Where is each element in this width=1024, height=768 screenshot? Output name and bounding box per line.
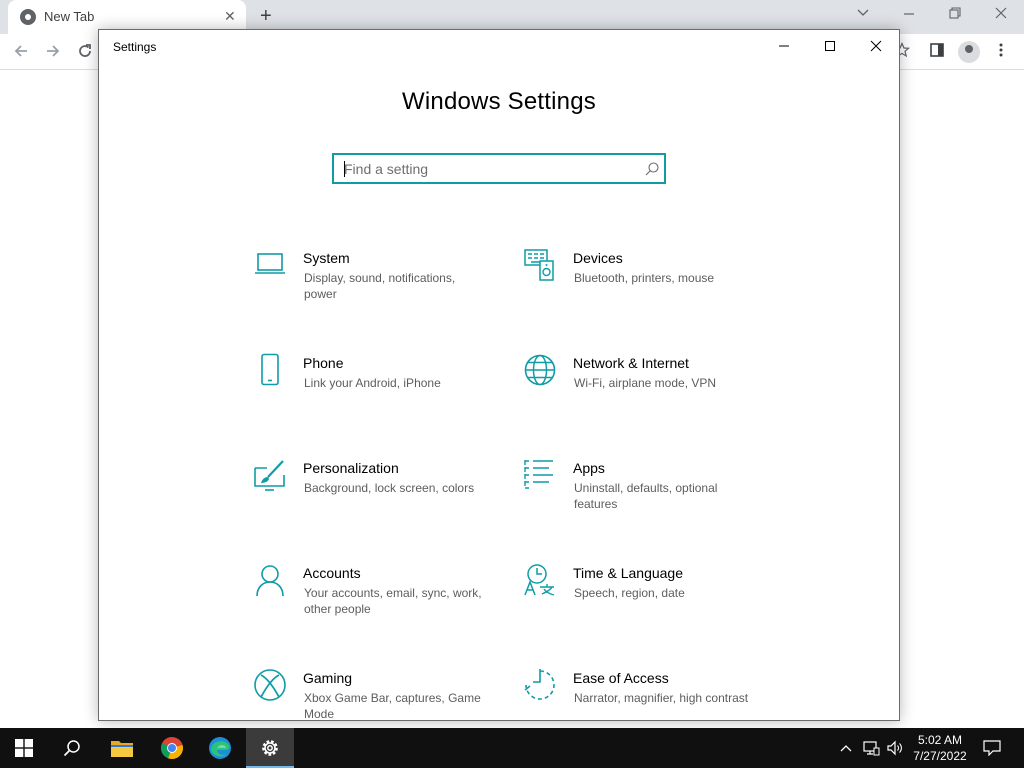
setting-name: Gaming bbox=[303, 670, 353, 686]
reload-icon[interactable] bbox=[76, 42, 94, 65]
xbox-icon bbox=[253, 668, 287, 702]
setting-description: Bluetooth, printers, mouse bbox=[574, 271, 715, 285]
setting-time-language[interactable]: Time & Language Speech, region, date bbox=[523, 563, 763, 633]
setting-name: Devices bbox=[573, 250, 623, 266]
minimize-icon bbox=[779, 45, 789, 47]
setting-personalization[interactable]: Personalization Background, lock screen,… bbox=[253, 458, 493, 528]
volume-tray-button[interactable] bbox=[884, 728, 906, 768]
setting-description: Background, lock screen, colors bbox=[304, 481, 475, 495]
setting-name: Network & Internet bbox=[573, 355, 689, 371]
network-icon bbox=[863, 741, 880, 756]
setting-description: Speech, region, date bbox=[574, 586, 685, 600]
setting-name: System bbox=[303, 250, 350, 266]
windows-logo-icon bbox=[15, 739, 33, 757]
setting-network-internet[interactable]: Network & Internet Wi-Fi, airplane mode,… bbox=[523, 353, 763, 423]
taskbar-settings-button[interactable] bbox=[246, 728, 294, 768]
setting-name: Phone bbox=[303, 355, 344, 371]
phone-icon bbox=[253, 353, 287, 387]
search-icon bbox=[63, 740, 80, 757]
chrome-menu-icon[interactable] bbox=[996, 42, 1006, 63]
setting-ease-of-access[interactable]: Ease of Access Narrator, magnifier, high… bbox=[523, 668, 763, 720]
maximize-button[interactable] bbox=[807, 30, 853, 62]
back-arrow-icon[interactable] bbox=[12, 42, 30, 65]
search-icon[interactable] bbox=[644, 161, 660, 182]
setting-description: Wi-Fi, airplane mode, VPN bbox=[574, 376, 717, 390]
gear-icon bbox=[262, 740, 278, 756]
network-tray-button[interactable] bbox=[860, 728, 882, 768]
side-panel-icon[interactable] bbox=[929, 42, 945, 63]
taskbar-file-explorer-button[interactable] bbox=[98, 728, 146, 768]
forward-arrow-icon[interactable] bbox=[44, 42, 62, 65]
paintbrush-icon bbox=[253, 458, 287, 492]
devices-icon bbox=[523, 248, 557, 282]
notification-icon bbox=[983, 740, 1001, 756]
clock-time: 5:02 AM bbox=[917, 733, 963, 747]
chrome-restore-icon[interactable] bbox=[948, 6, 962, 23]
taskbar-edge-button[interactable] bbox=[196, 728, 244, 768]
setting-description: Xbox Game Bar, captures, Game Mode bbox=[304, 691, 481, 721]
setting-apps[interactable]: Apps Uninstall, defaults, optional featu… bbox=[523, 458, 763, 528]
setting-system[interactable]: System Display, sound, notifications, po… bbox=[253, 248, 493, 318]
person-icon bbox=[253, 563, 287, 597]
search-input[interactable] bbox=[344, 155, 634, 182]
taskbar-chrome-button[interactable] bbox=[148, 728, 196, 768]
taskbar-clock[interactable]: 5:02 AM 7/27/2022 bbox=[910, 732, 970, 764]
new-tab-button[interactable]: + bbox=[260, 5, 272, 28]
setting-accounts[interactable]: Accounts Your accounts, email, sync, wor… bbox=[253, 563, 493, 633]
setting-gaming[interactable]: Gaming Xbox Game Bar, captures, Game Mod… bbox=[253, 668, 493, 721]
setting-description: Narrator, magnifier, high contrast bbox=[574, 691, 749, 705]
show-hidden-icons-button[interactable] bbox=[836, 728, 856, 768]
setting-description: Link your Android, iPhone bbox=[304, 376, 441, 390]
tab-title: New Tab bbox=[44, 9, 95, 24]
setting-description: Display, sound, notifications, power bbox=[304, 271, 456, 301]
globe-icon bbox=[523, 353, 557, 387]
minimize-button[interactable] bbox=[761, 30, 807, 62]
setting-phone[interactable]: Phone Link your Android, iPhone bbox=[253, 353, 493, 423]
apps-list-icon bbox=[523, 458, 557, 492]
chrome-close-icon[interactable] bbox=[994, 6, 1008, 23]
setting-devices[interactable]: Devices Bluetooth, printers, mouse bbox=[523, 248, 763, 318]
chrome-logo-icon bbox=[160, 737, 183, 760]
profile-avatar-icon[interactable] bbox=[958, 41, 980, 63]
clock-date: 7/27/2022 bbox=[913, 749, 967, 763]
setting-description: Uninstall, defaults, optional features bbox=[574, 481, 718, 511]
taskbar: 5:02 AM 7/27/2022 bbox=[0, 728, 1024, 768]
volume-icon bbox=[887, 740, 902, 756]
close-icon bbox=[870, 40, 882, 52]
setting-name: Personalization bbox=[303, 460, 399, 476]
settings-window: Settings Windows Settings System Display… bbox=[98, 29, 900, 721]
setting-name: Time & Language bbox=[573, 565, 683, 581]
action-center-button[interactable] bbox=[978, 728, 1006, 768]
edge-logo-icon bbox=[209, 737, 231, 759]
search-box[interactable] bbox=[332, 153, 666, 184]
close-button[interactable] bbox=[853, 30, 899, 62]
setting-name: Accounts bbox=[303, 565, 361, 581]
chevron-up-icon bbox=[840, 745, 852, 752]
chrome-minimize-icon[interactable] bbox=[902, 6, 916, 23]
time-language-icon bbox=[523, 563, 557, 597]
taskbar-search-button[interactable] bbox=[48, 728, 96, 768]
title-bar[interactable]: Settings bbox=[99, 30, 899, 62]
laptop-icon bbox=[253, 248, 287, 282]
chrome-tab-search-icon[interactable] bbox=[856, 6, 870, 23]
setting-description: Your accounts, email, sync, work, other … bbox=[304, 586, 482, 616]
window-title: Settings bbox=[113, 40, 157, 54]
maximize-icon bbox=[825, 41, 835, 51]
setting-name: Apps bbox=[573, 460, 605, 476]
tab-close-icon[interactable]: ✕ bbox=[224, 8, 236, 25]
chrome-favicon-icon bbox=[20, 9, 36, 25]
start-button[interactable] bbox=[0, 728, 48, 768]
page-title: Windows Settings bbox=[402, 88, 596, 115]
folder-icon bbox=[111, 741, 133, 757]
ease-of-access-icon bbox=[523, 668, 557, 702]
setting-name: Ease of Access bbox=[573, 670, 669, 686]
